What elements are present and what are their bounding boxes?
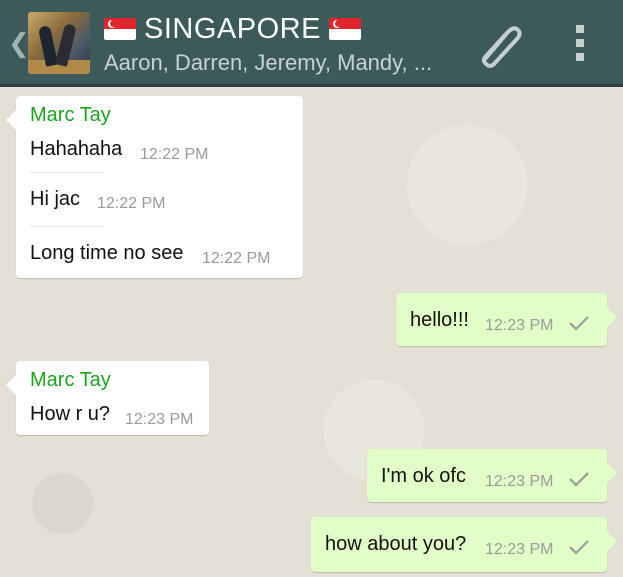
message-time: 12:23 PM bbox=[485, 541, 554, 558]
message-divider bbox=[30, 172, 104, 173]
singapore-flag-icon bbox=[104, 18, 136, 40]
paperclip-icon[interactable] bbox=[472, 20, 524, 68]
overflow-menu-icon[interactable] bbox=[574, 25, 586, 63]
message-time: 12:23 PM bbox=[485, 317, 554, 334]
message-text: Hahahaha bbox=[30, 138, 123, 160]
incoming-message-bubble[interactable]: Marc Tay Hahahaha 12:22 PM Hi jac 12:22 … bbox=[6, 96, 303, 278]
chat-header: ❮ SINGAPORE Aaron, Darren, Jeremy, Mandy… bbox=[0, 0, 623, 87]
group-avatar[interactable] bbox=[28, 12, 90, 74]
message-divider bbox=[30, 226, 104, 227]
outgoing-message-bubble[interactable]: how about you? 12:23 PM bbox=[311, 517, 617, 572]
check-icon bbox=[569, 316, 589, 331]
check-icon bbox=[569, 540, 589, 555]
back-chevron-icon[interactable]: ❮ bbox=[8, 28, 30, 58]
sender-name[interactable]: Marc Tay bbox=[30, 104, 111, 127]
message-text: hello!!! bbox=[410, 309, 469, 331]
message-text: how about you? bbox=[325, 533, 467, 555]
message-text: Hi jac bbox=[30, 188, 81, 210]
outgoing-message-bubble[interactable]: hello!!! 12:23 PM bbox=[396, 293, 617, 346]
message-text: I'm ok ofc bbox=[381, 465, 466, 487]
message-time: 12:23 PM bbox=[125, 411, 194, 428]
incoming-message-bubble[interactable]: Marc Tay How r u? 12:23 PM bbox=[6, 361, 209, 435]
sender-name[interactable]: Marc Tay bbox=[30, 369, 111, 392]
group-members[interactable]: Aaron, Darren, Jeremy, Mandy, ... bbox=[104, 49, 464, 77]
message-time: 12:22 PM bbox=[202, 250, 271, 267]
message-time: 12:23 PM bbox=[485, 473, 554, 490]
group-title-row[interactable]: SINGAPORE bbox=[104, 12, 361, 46]
singapore-flag-icon bbox=[328, 18, 361, 40]
check-icon bbox=[569, 472, 589, 487]
message-text: How r u? bbox=[30, 403, 111, 425]
group-title: SINGAPORE bbox=[144, 13, 321, 45]
message-time: 12:22 PM bbox=[97, 195, 166, 212]
message-text: Long time no see bbox=[30, 242, 184, 264]
outgoing-message-bubble[interactable]: I'm ok ofc 12:23 PM bbox=[367, 449, 617, 502]
message-time: 12:22 PM bbox=[140, 146, 209, 163]
